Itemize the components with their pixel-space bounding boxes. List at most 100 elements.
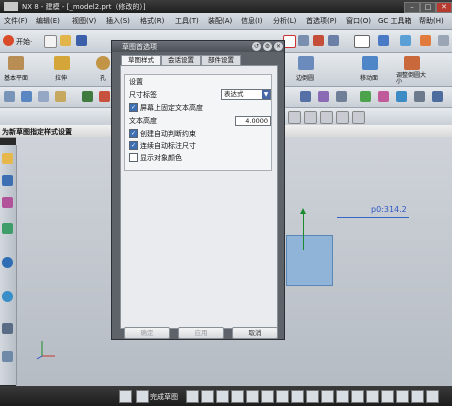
- render-icon[interactable]: [298, 35, 309, 46]
- circle-icon[interactable]: [231, 390, 244, 403]
- cancel-button[interactable]: 取消: [232, 327, 278, 339]
- history-icon[interactable]: [2, 291, 13, 302]
- point-tool-icon[interactable]: [306, 390, 319, 403]
- sketch-offset-icon[interactable]: [320, 111, 333, 124]
- dimension-label-dropdown[interactable]: 表达式 ▼: [221, 89, 271, 100]
- constraint-navigator-icon[interactable]: [2, 175, 13, 186]
- dimension-label-caption: 尺寸标签: [129, 91, 157, 99]
- extrude-label: 拉伸: [55, 75, 68, 82]
- extend-icon[interactable]: [351, 390, 364, 403]
- drafting-icon[interactable]: [300, 91, 311, 102]
- dimension-tool-icon[interactable]: [396, 390, 409, 403]
- dimension-text[interactable]: p0:314.2: [371, 205, 407, 214]
- fillet-icon[interactable]: [246, 390, 259, 403]
- section-icon[interactable]: [336, 91, 347, 102]
- menu-window[interactable]: 窗口(O): [346, 16, 371, 26]
- menu-format[interactable]: 格式(R): [140, 16, 164, 26]
- arc-icon[interactable]: [216, 390, 229, 403]
- face-icon[interactable]: [55, 91, 66, 102]
- menu-file[interactable]: 文件(F): [4, 16, 28, 26]
- resize-blend-icon[interactable]: [404, 56, 420, 70]
- menu-info[interactable]: 信息(I): [241, 16, 263, 26]
- dimension-annotation[interactable]: p0:314.2: [337, 205, 409, 221]
- reset-icon[interactable]: ↺: [252, 42, 261, 51]
- analysis-icon[interactable]: [378, 91, 389, 102]
- dialog-close-icon[interactable]: ✕: [274, 42, 283, 51]
- move-face-icon[interactable]: [362, 56, 378, 70]
- open-folder-icon[interactable]: [60, 35, 71, 46]
- constraint-tool-icon[interactable]: [381, 390, 394, 403]
- menu-edit[interactable]: 编辑(E): [36, 16, 60, 26]
- menu-insert[interactable]: 插入(S): [106, 16, 130, 26]
- sketch-flag-icon[interactable]: [136, 390, 149, 403]
- menu-tools[interactable]: 工具(T): [175, 16, 199, 26]
- curve-icon[interactable]: [396, 91, 407, 102]
- check-icon[interactable]: [360, 91, 371, 102]
- select-icon[interactable]: [4, 91, 15, 102]
- rectangle-icon[interactable]: [261, 390, 274, 403]
- task-prompt: 为新草图指定样式设置: [2, 128, 72, 136]
- extrude-icon[interactable]: [54, 56, 70, 70]
- orient-icon[interactable]: [420, 35, 431, 46]
- maximize-button[interactable]: □: [420, 2, 436, 13]
- edge-blend-icon[interactable]: [298, 56, 314, 70]
- component-icon[interactable]: [38, 91, 49, 102]
- datum-plane-icon[interactable]: [8, 56, 24, 70]
- continuous-dimension-checkbox[interactable]: ✓: [129, 141, 138, 150]
- view-icon[interactable]: [328, 35, 339, 46]
- menu-help[interactable]: 帮助(H): [419, 16, 444, 26]
- sketch-line-icon[interactable]: [288, 111, 301, 124]
- show-object-color-checkbox[interactable]: [129, 153, 138, 162]
- apply-button[interactable]: 应用: [178, 327, 224, 339]
- more-icon[interactable]: [438, 35, 449, 46]
- save-icon[interactable]: [76, 35, 87, 46]
- wcs-icon[interactable]: [400, 35, 411, 46]
- start-button[interactable]: 开始·: [16, 37, 32, 47]
- menu-analysis[interactable]: 分析(L): [273, 16, 296, 26]
- minimize-button[interactable]: –: [404, 2, 420, 13]
- shaded-icon[interactable]: [313, 35, 324, 46]
- text-height-input[interactable]: 4.0000: [235, 116, 271, 126]
- web-browser-icon[interactable]: [2, 257, 13, 268]
- profile-icon[interactable]: [186, 390, 199, 403]
- body-icon[interactable]: [21, 91, 32, 102]
- snap-icon[interactable]: [82, 91, 93, 102]
- sketch-circle-icon[interactable]: [352, 111, 365, 124]
- start-icon: [3, 35, 14, 46]
- trim-icon[interactable]: [336, 390, 349, 403]
- wireframe-icon[interactable]: [432, 91, 443, 102]
- infer-constraints-checkbox[interactable]: ✓: [129, 129, 138, 138]
- corner-icon[interactable]: [366, 390, 379, 403]
- sketch-mirror-icon[interactable]: [336, 111, 349, 124]
- spline-icon[interactable]: [291, 390, 304, 403]
- sketch-arc-icon[interactable]: [304, 111, 317, 124]
- menu-preferences[interactable]: 首选项(P): [306, 16, 337, 26]
- reuse-library-icon[interactable]: [2, 223, 13, 234]
- dialog-header[interactable]: 草图首选项 ↺ ⚙ ✕: [112, 41, 284, 52]
- options-gear-icon[interactable]: ⚙: [263, 42, 272, 51]
- sketch-finish-icon[interactable]: [119, 390, 132, 403]
- auto-constrain-icon[interactable]: [411, 390, 424, 403]
- hole-icon[interactable]: [96, 56, 110, 70]
- part-navigator-icon[interactable]: [2, 197, 13, 208]
- layer-icon[interactable]: [378, 35, 389, 46]
- roles-icon[interactable]: [2, 351, 13, 362]
- close-window-button[interactable]: ✕: [436, 2, 452, 13]
- assembly-navigator-icon[interactable]: [2, 153, 13, 164]
- color-picker-icon[interactable]: [354, 35, 370, 48]
- menu-gc-toolbox[interactable]: GC 工具箱: [378, 16, 412, 26]
- menu-view[interactable]: 视图(V): [72, 16, 96, 26]
- menu-assembly[interactable]: 装配(A): [208, 16, 232, 26]
- line-icon[interactable]: [201, 390, 214, 403]
- show-constraints-icon[interactable]: [426, 390, 439, 403]
- constraint-icon[interactable]: [414, 91, 425, 102]
- finish-sketch-button[interactable]: 完成草图: [150, 392, 178, 402]
- ok-button[interactable]: 确定: [124, 327, 170, 339]
- measure-icon[interactable]: [318, 91, 329, 102]
- system-materials-icon[interactable]: [2, 323, 13, 334]
- new-file-icon[interactable]: [44, 35, 57, 48]
- polygon-icon[interactable]: [276, 390, 289, 403]
- offset-curve-icon[interactable]: [321, 390, 334, 403]
- point-icon[interactable]: [99, 91, 110, 102]
- fixed-text-height-checkbox[interactable]: ✓: [129, 103, 138, 112]
